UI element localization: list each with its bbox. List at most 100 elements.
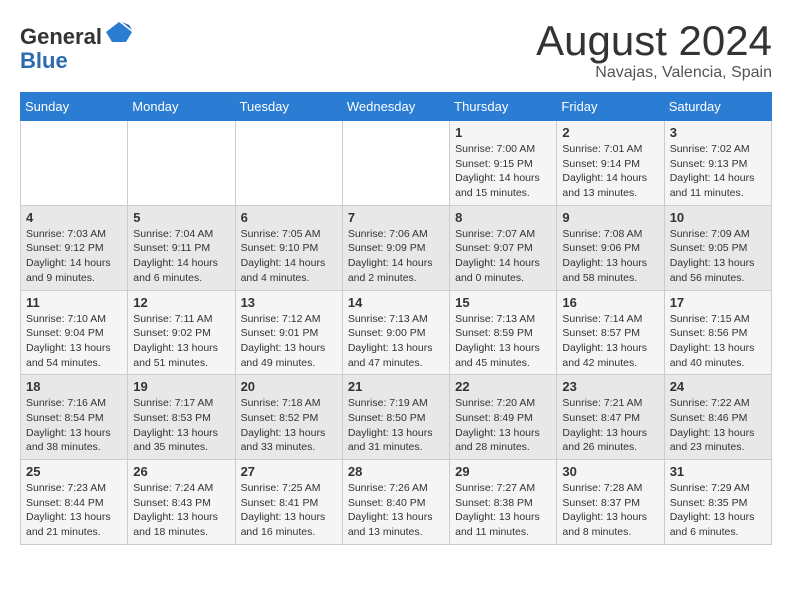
day-number: 1 [455, 125, 551, 140]
calendar-cell [342, 121, 449, 206]
calendar-cell: 5Sunrise: 7:04 AMSunset: 9:11 PMDaylight… [128, 205, 235, 290]
day-number: 14 [348, 295, 444, 310]
calendar-cell [21, 121, 128, 206]
calendar-cell: 27 Sunrise: 7:25 AMSunset: 8:41 PMDayligh… [235, 460, 342, 545]
day-number: 24 [670, 379, 766, 394]
day-number: 17 [670, 295, 766, 310]
day-info: Sunrise: 7:27 AMSunset: 8:38 PMDaylight:… [455, 481, 551, 540]
day-number: 2 [562, 125, 658, 140]
day-info: Sunrise: 7:04 AMSunset: 9:11 PMDaylight:… [133, 227, 229, 286]
day-number: 8 [455, 210, 551, 225]
weekday-row: SundayMondayTuesdayWednesdayThursdayFrid… [21, 93, 772, 121]
day-number: 25 [26, 464, 122, 479]
day-number: 19 [133, 379, 229, 394]
calendar-cell: 19 Sunrise: 7:17 AMSunset: 8:53 PMDayligh… [128, 375, 235, 460]
day-number: 11 [26, 295, 122, 310]
calendar-cell: 10Sunrise: 7:09 AMSunset: 9:05 PMDayligh… [664, 205, 771, 290]
day-info: Sunrise: 7:01 AMSunset: 9:14 PMDaylight:… [562, 142, 658, 201]
calendar-cell: 3Sunrise: 7:02 AMSunset: 9:13 PMDaylight… [664, 121, 771, 206]
calendar-table: SundayMondayTuesdayWednesdayThursdayFrid… [20, 92, 772, 545]
calendar-week-row: 11Sunrise: 7:10 AMSunset: 9:04 PMDayligh… [21, 290, 772, 375]
day-info: Sunrise: 7:05 AMSunset: 9:10 PMDaylight:… [241, 227, 337, 286]
day-info: Sunrise: 7:19 AMSunset: 8:50 PMDaylight:… [348, 396, 444, 455]
weekday-header-friday: Friday [557, 93, 664, 121]
calendar-cell: 23 Sunrise: 7:21 AMSunset: 8:47 PMDayligh… [557, 375, 664, 460]
calendar-header: SundayMondayTuesdayWednesdayThursdayFrid… [21, 93, 772, 121]
day-info: Sunrise: 7:07 AMSunset: 9:07 PMDaylight:… [455, 227, 551, 286]
day-info: Sunrise: 7:13 AMSunset: 9:00 PMDaylight:… [348, 312, 444, 371]
calendar-cell [235, 121, 342, 206]
day-number: 30 [562, 464, 658, 479]
day-info: Sunrise: 7:09 AMSunset: 9:05 PMDaylight:… [670, 227, 766, 286]
calendar-cell: 15 Sunrise: 7:13 AMSunset: 8:59 PMDayligh… [450, 290, 557, 375]
weekday-header-sunday: Sunday [21, 93, 128, 121]
day-info: Sunrise: 7:23 AMSunset: 8:44 PMDaylight:… [26, 481, 122, 540]
calendar-cell: 21 Sunrise: 7:19 AMSunset: 8:50 PMDayligh… [342, 375, 449, 460]
calendar-cell: 4 Sunrise: 7:03 AMSunset: 9:12 PMDaylight… [21, 205, 128, 290]
day-info: Sunrise: 7:24 AMSunset: 8:43 PMDaylight:… [133, 481, 229, 540]
day-number: 7 [348, 210, 444, 225]
day-info: Sunrise: 7:08 AMSunset: 9:06 PMDaylight:… [562, 227, 658, 286]
day-number: 18 [26, 379, 122, 394]
day-number: 4 [26, 210, 122, 225]
day-number: 26 [133, 464, 229, 479]
calendar-cell: 18 Sunrise: 7:16 AMSunset: 8:54 PMDayligh… [21, 375, 128, 460]
day-info: Sunrise: 7:03 AMSunset: 9:12 PMDaylight:… [26, 227, 122, 286]
calendar-week-row: 4 Sunrise: 7:03 AMSunset: 9:12 PMDaylight… [21, 205, 772, 290]
day-info: Sunrise: 7:18 AMSunset: 8:52 PMDaylight:… [241, 396, 337, 455]
weekday-header-saturday: Saturday [664, 93, 771, 121]
calendar-cell: 16 Sunrise: 7:14 AMSunset: 8:57 PMDayligh… [557, 290, 664, 375]
calendar-cell: 29 Sunrise: 7:27 AMSunset: 8:38 PMDayligh… [450, 460, 557, 545]
calendar-cell: 7 Sunrise: 7:06 AMSunset: 9:09 PMDaylight… [342, 205, 449, 290]
calendar-cell: 12Sunrise: 7:11 AMSunset: 9:02 PMDayligh… [128, 290, 235, 375]
calendar-cell: 13Sunrise: 7:12 AMSunset: 9:01 PMDayligh… [235, 290, 342, 375]
day-info: Sunrise: 7:16 AMSunset: 8:54 PMDaylight:… [26, 396, 122, 455]
day-info: Sunrise: 7:29 AMSunset: 8:35 PMDaylight:… [670, 481, 766, 540]
location-subtitle: Navajas, Valencia, Spain [536, 64, 772, 82]
calendar-cell: 26 Sunrise: 7:24 AMSunset: 8:43 PMDayligh… [128, 460, 235, 545]
day-number: 15 [455, 295, 551, 310]
day-info: Sunrise: 7:17 AMSunset: 8:53 PMDaylight:… [133, 396, 229, 455]
day-number: 6 [241, 210, 337, 225]
calendar-cell: 14 Sunrise: 7:13 AMSunset: 9:00 PMDayligh… [342, 290, 449, 375]
day-number: 28 [348, 464, 444, 479]
day-info: Sunrise: 7:15 AMSunset: 8:56 PMDaylight:… [670, 312, 766, 371]
calendar-cell: 9 Sunrise: 7:08 AMSunset: 9:06 PMDaylight… [557, 205, 664, 290]
day-number: 16 [562, 295, 658, 310]
day-number: 31 [670, 464, 766, 479]
calendar-cell: 30 Sunrise: 7:28 AMSunset: 8:37 PMDayligh… [557, 460, 664, 545]
day-number: 20 [241, 379, 337, 394]
day-info: Sunrise: 7:14 AMSunset: 8:57 PMDaylight:… [562, 312, 658, 371]
weekday-header-thursday: Thursday [450, 93, 557, 121]
calendar-body: 1Sunrise: 7:00 AMSunset: 9:15 PMDaylight… [21, 121, 772, 545]
day-number: 3 [670, 125, 766, 140]
day-number: 9 [562, 210, 658, 225]
weekday-header-monday: Monday [128, 93, 235, 121]
calendar-cell: 24 Sunrise: 7:22 AMSunset: 8:46 PMDayligh… [664, 375, 771, 460]
day-info: Sunrise: 7:20 AMSunset: 8:49 PMDaylight:… [455, 396, 551, 455]
day-info: Sunrise: 7:22 AMSunset: 8:46 PMDaylight:… [670, 396, 766, 455]
calendar-cell: 1Sunrise: 7:00 AMSunset: 9:15 PMDaylight… [450, 121, 557, 206]
day-info: Sunrise: 7:13 AMSunset: 8:59 PMDaylight:… [455, 312, 551, 371]
calendar-cell: 25 Sunrise: 7:23 AMSunset: 8:44 PMDayligh… [21, 460, 128, 545]
weekday-header-wednesday: Wednesday [342, 93, 449, 121]
day-number: 23 [562, 379, 658, 394]
day-number: 22 [455, 379, 551, 394]
day-number: 13 [241, 295, 337, 310]
page-header: General Blue August 2024 Navajas, Valenc… [20, 20, 772, 82]
day-info: Sunrise: 7:25 AMSunset: 8:41 PMDaylight:… [241, 481, 337, 540]
calendar-cell: 28Sunrise: 7:26 AMSunset: 8:40 PMDayligh… [342, 460, 449, 545]
calendar-week-row: 18 Sunrise: 7:16 AMSunset: 8:54 PMDayligh… [21, 375, 772, 460]
calendar-cell: 20 Sunrise: 7:18 AMSunset: 8:52 PMDayligh… [235, 375, 342, 460]
day-info: Sunrise: 7:21 AMSunset: 8:47 PMDaylight:… [562, 396, 658, 455]
day-number: 29 [455, 464, 551, 479]
calendar-cell: 17 Sunrise: 7:15 AMSunset: 8:56 PMDayligh… [664, 290, 771, 375]
logo-blue: Blue [20, 48, 68, 73]
day-number: 21 [348, 379, 444, 394]
day-number: 27 [241, 464, 337, 479]
day-info: Sunrise: 7:11 AMSunset: 9:02 PMDaylight:… [133, 312, 229, 371]
day-info: Sunrise: 7:28 AMSunset: 8:37 PMDaylight:… [562, 481, 658, 540]
day-info: Sunrise: 7:06 AMSunset: 9:09 PMDaylight:… [348, 227, 444, 286]
weekday-header-tuesday: Tuesday [235, 93, 342, 121]
calendar-cell: 11Sunrise: 7:10 AMSunset: 9:04 PMDayligh… [21, 290, 128, 375]
